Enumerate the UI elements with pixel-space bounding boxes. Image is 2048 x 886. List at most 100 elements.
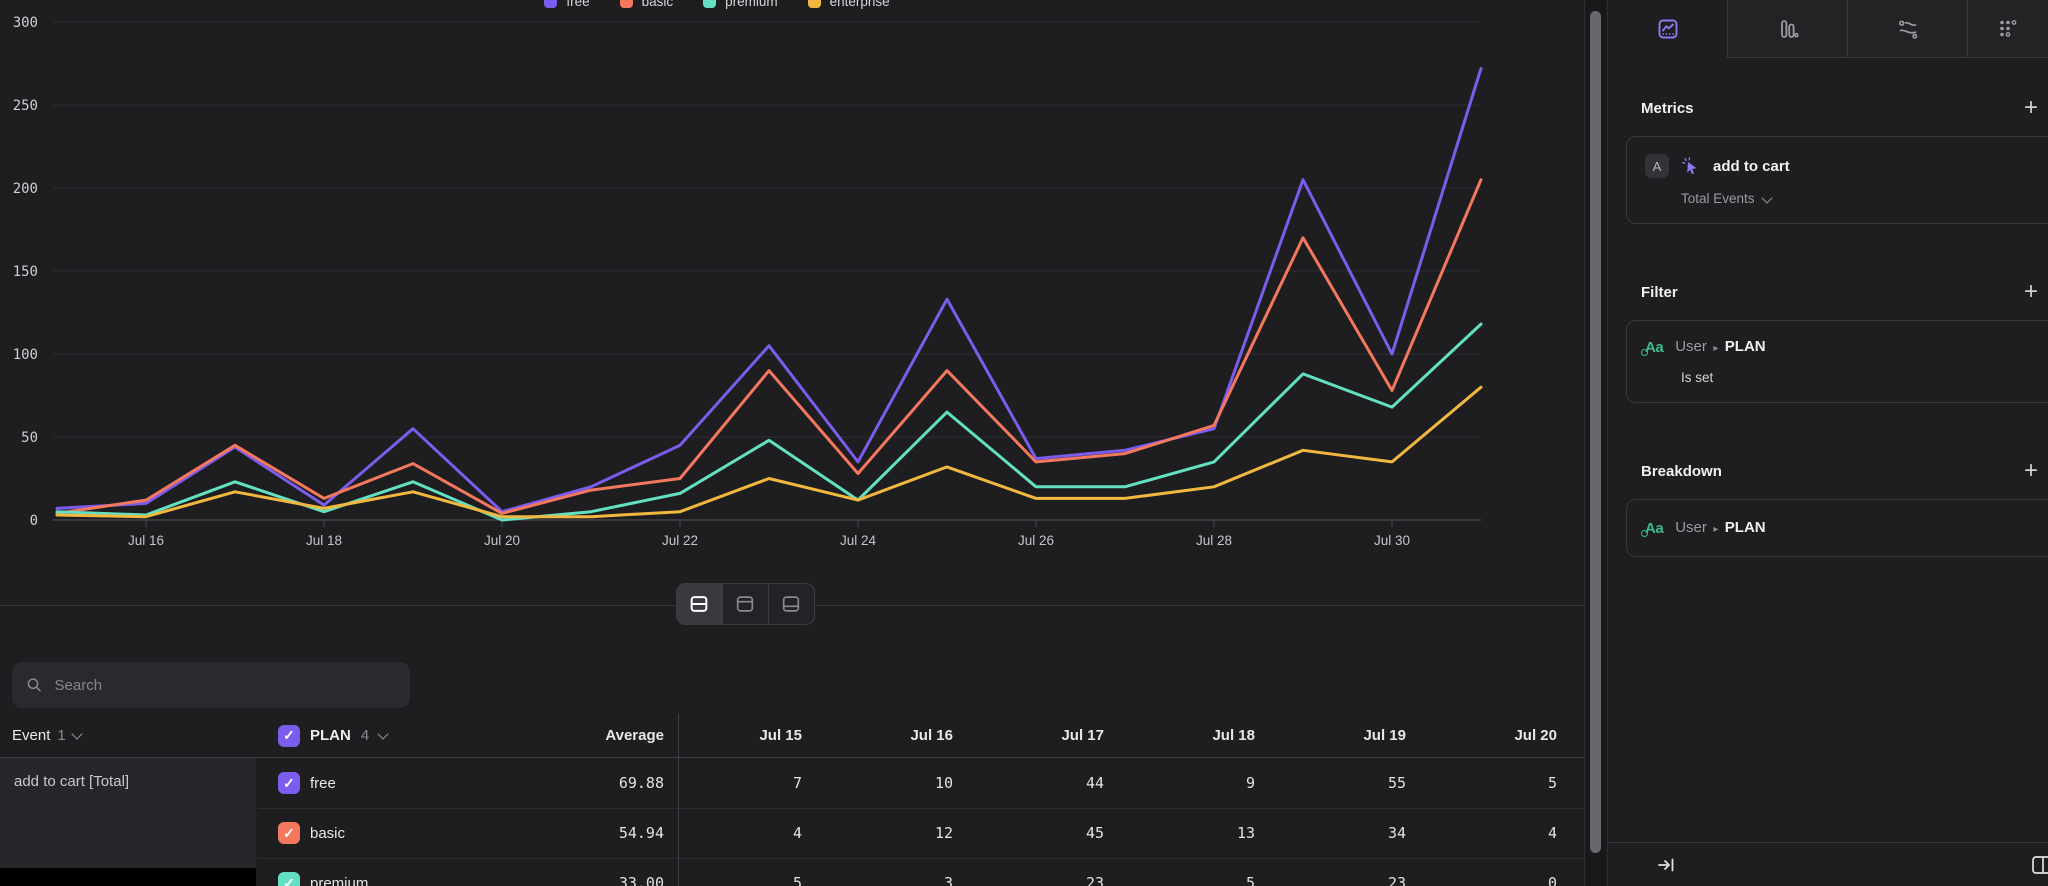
cell-value: 23: [1281, 874, 1432, 886]
date-column-header: Jul 17: [979, 727, 1130, 744]
grid-dots-icon: [1995, 16, 2021, 42]
series-line-free: [57, 69, 1481, 512]
bar-chart-icon: [1776, 17, 1800, 41]
legend-item-enterprise[interactable]: enterprise: [808, 0, 890, 11]
chevron-down-icon: [1761, 192, 1772, 203]
search-box: [12, 662, 410, 708]
svg-text:0: 0: [30, 513, 38, 529]
layout-toggle-split[interactable]: [677, 584, 722, 624]
filter-menu-button[interactable]: [2042, 345, 2048, 360]
breakdown-property: PLAN: [1725, 519, 1766, 536]
filter-breadcrumb: User ▸ PLAN: [1675, 338, 1765, 356]
collapse-panel-icon[interactable]: [1656, 855, 1676, 875]
cell-value: 34: [1281, 824, 1432, 842]
vertical-scrollbar: [1584, 0, 1608, 886]
event-click-icon: [1681, 156, 1701, 176]
tab-grid-dots[interactable]: [1968, 0, 2048, 57]
bottom-panel-icon: [780, 593, 802, 615]
metrics-title: Metrics: [1641, 100, 1694, 117]
event-column-header[interactable]: Event 1: [0, 727, 256, 744]
basic-checkbox[interactable]: ✓: [278, 822, 300, 844]
filter-condition: Is set: [1681, 370, 2039, 385]
legend-swatch: [808, 0, 821, 8]
legend-label: free: [566, 0, 589, 9]
date-column-headers: Jul 15Jul 16Jul 17Jul 18Jul 19Jul 20: [677, 727, 1584, 744]
layout-toggle-top[interactable]: [722, 584, 768, 624]
cell-value: 55: [1281, 774, 1432, 792]
svg-text:300: 300: [13, 15, 38, 31]
filter-card[interactable]: Aa User ▸ PLAN Is set: [1626, 320, 2048, 403]
cell-value: 0: [1432, 874, 1583, 886]
date-column-header: Jul 16: [828, 727, 979, 744]
average-divider: [678, 714, 679, 886]
tab-flow[interactable]: [1848, 0, 1968, 57]
line-chart: 050100150200250300Jul 16Jul 18Jul 20Jul …: [0, 0, 1584, 560]
legend-item-premium[interactable]: premium: [703, 0, 778, 11]
breakdown-menu-button[interactable]: [2042, 518, 2048, 533]
row-label: free: [310, 775, 336, 792]
aggregation-dropdown[interactable]: Total Events: [1681, 191, 2039, 206]
layout-toggle-group: [676, 583, 815, 625]
date-column-header: Jul 15: [677, 727, 828, 744]
add-breakdown-button[interactable]: +: [2024, 461, 2038, 481]
cell-value: 44: [979, 774, 1130, 792]
row-plan-cell: ✓ free: [256, 772, 527, 794]
row-values: 53235230: [677, 874, 1584, 886]
chart-footer: [0, 583, 1584, 629]
add-filter-button[interactable]: +: [2024, 282, 2038, 302]
svg-text:Jul 22: Jul 22: [662, 533, 698, 548]
metric-card[interactable]: A add to cart Total Events: [1626, 136, 2048, 224]
breakdown-breadcrumb: User ▸ PLAN: [1675, 519, 1765, 537]
query-builder-sidebar: Metrics + A add to cart Total Events: [1608, 0, 2048, 886]
filter-section-header: Filter +: [1626, 280, 2048, 304]
legend-item-free[interactable]: free: [544, 0, 589, 11]
scrollbar-thumb[interactable]: [1590, 11, 1601, 853]
cell-value: 5: [677, 874, 828, 886]
plan-select-all-checkbox[interactable]: ✓: [278, 725, 300, 747]
filter-title: Filter: [1641, 284, 1678, 301]
svg-text:200: 200: [13, 181, 38, 197]
tab-bar-chart[interactable]: [1728, 0, 1848, 57]
top-panel-icon: [734, 593, 756, 615]
layout-toggle-bottom[interactable]: [768, 584, 814, 624]
sidebar-tabbar: [1608, 0, 2048, 58]
legend-label: premium: [725, 0, 778, 9]
premium-checkbox[interactable]: ✓: [278, 872, 300, 886]
svg-text:Jul 26: Jul 26: [1018, 533, 1054, 548]
aggregation-label: Total Events: [1681, 191, 1755, 206]
series-line-enterprise: [57, 387, 1481, 517]
columns-layout-icon[interactable]: [2031, 854, 2048, 876]
breakdown-card[interactable]: Aa User ▸ PLAN: [1626, 499, 2048, 557]
svg-text:50: 50: [21, 430, 38, 446]
metric-menu-button[interactable]: [2042, 161, 2048, 176]
cell-value: 9: [1130, 774, 1281, 792]
date-column-header: Jul 19: [1281, 727, 1432, 744]
breakdown-entity: User: [1675, 519, 1707, 536]
cell-value: 3: [828, 874, 979, 886]
legend-swatch: [620, 0, 633, 8]
add-metric-button[interactable]: +: [2024, 98, 2038, 118]
tab-line-chart[interactable]: [1608, 0, 1728, 58]
cell-value: 45: [979, 824, 1130, 842]
sidebar-footer: [1608, 842, 2048, 886]
row-average-value: 69.88: [527, 774, 677, 792]
event-header-count: 1: [57, 727, 65, 744]
row-average-value: 54.94: [527, 824, 677, 842]
legend-item-basic[interactable]: basic: [620, 0, 674, 11]
free-checkbox[interactable]: ✓: [278, 772, 300, 794]
cell-value: 12: [828, 824, 979, 842]
plan-column-header[interactable]: ✓ PLAN 4: [256, 725, 527, 747]
svg-text:Jul 30: Jul 30: [1374, 533, 1410, 548]
main-panel: freebasicpremiumenterprise 0501001502002…: [0, 0, 1584, 886]
row-group-label: add to cart [Total]: [0, 758, 256, 868]
search-input[interactable]: [53, 676, 396, 695]
plan-header-count: 4: [361, 727, 369, 744]
cell-value: 10: [828, 774, 979, 792]
line-chart-icon: [1656, 17, 1680, 41]
cell-value: 23: [979, 874, 1130, 886]
date-column-header: Jul 20: [1432, 727, 1583, 744]
text-property-icon: Aa: [1645, 520, 1663, 537]
chart-legend: free basic premium enterprise: [0, 0, 1584, 11]
split-view-icon: [688, 593, 710, 615]
series-line-premium: [57, 324, 1481, 520]
